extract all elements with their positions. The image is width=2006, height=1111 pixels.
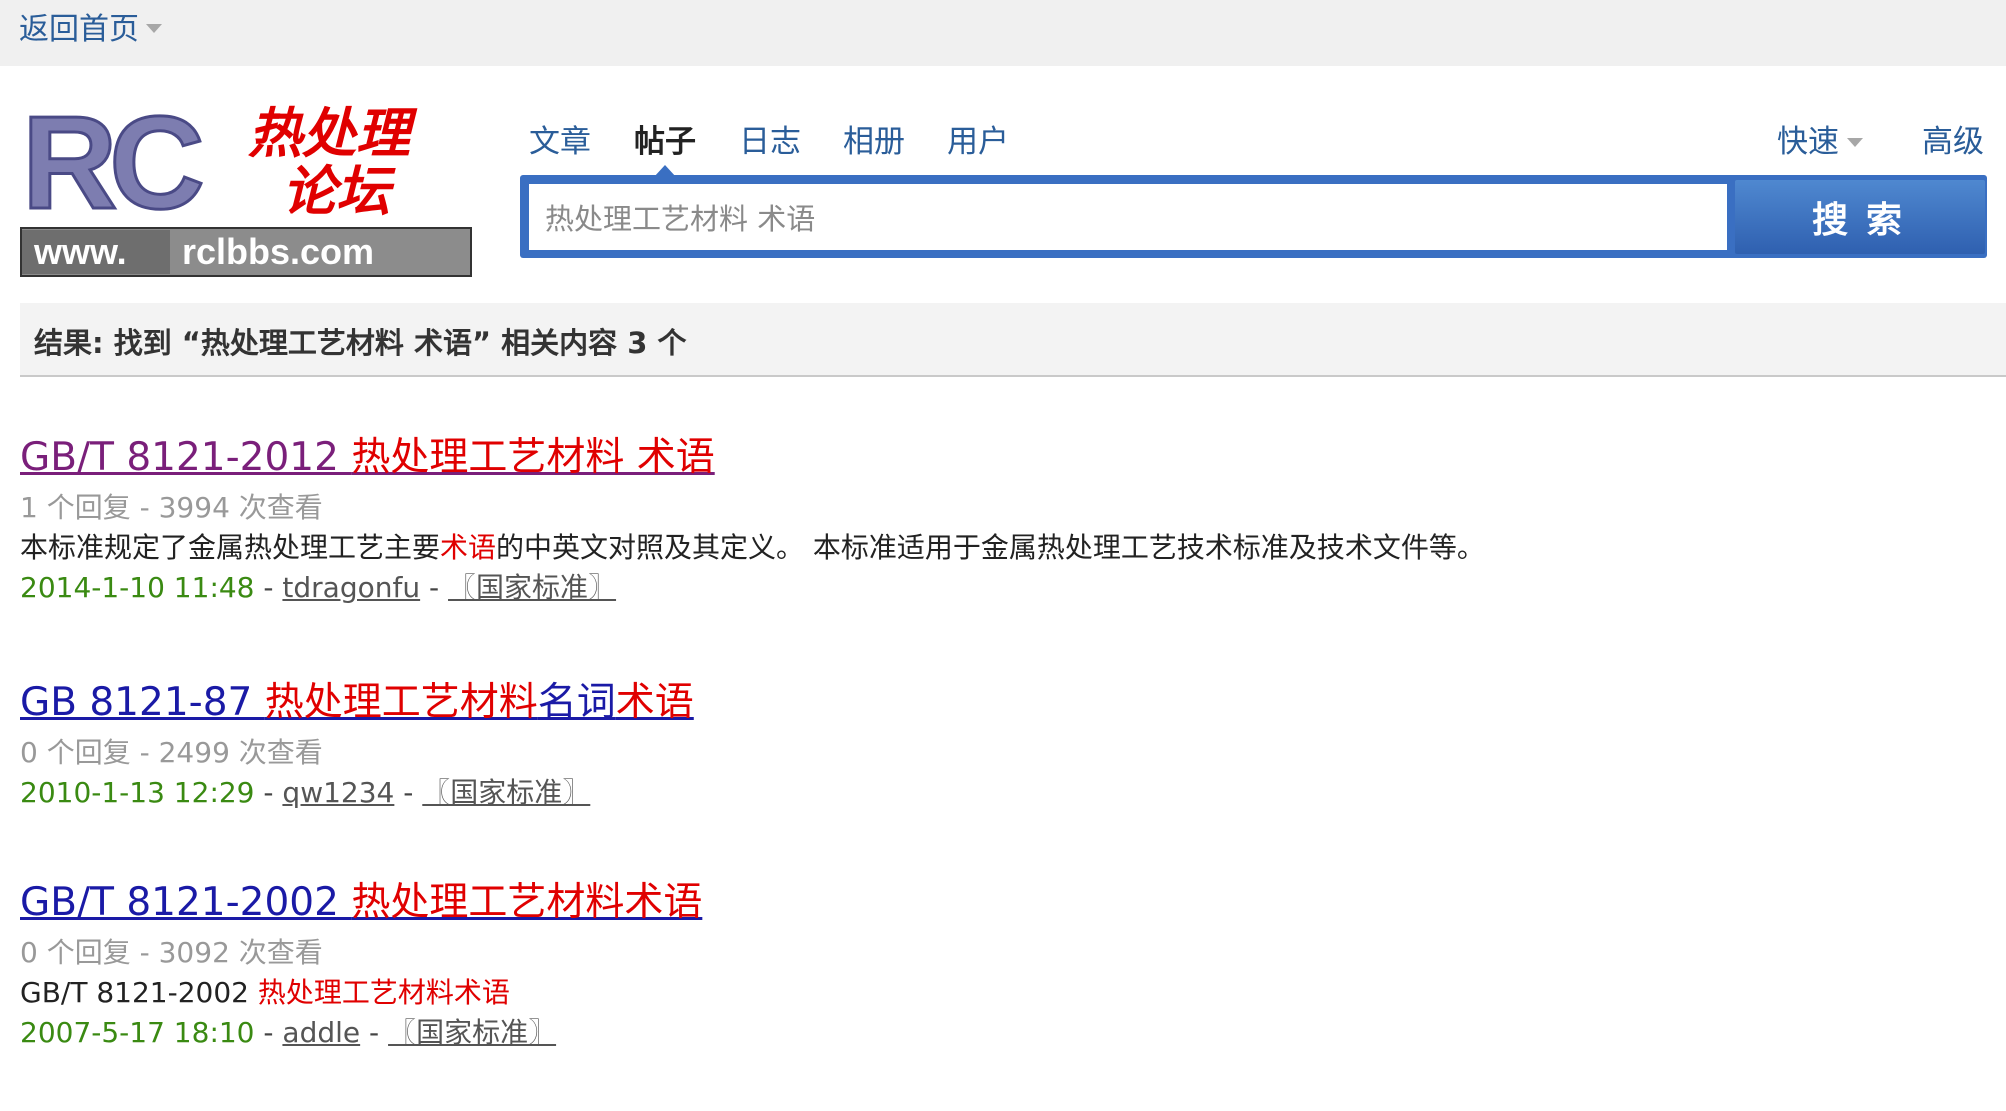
result-forum-link[interactable]: 〖国家标准〗 — [422, 776, 590, 809]
search-button[interactable]: 搜索 — [1735, 180, 1985, 254]
result-description: GB/T 8121-2002 热处理工艺材料术语 — [20, 973, 702, 1013]
desc-highlight: 术语 — [440, 531, 497, 564]
search-input[interactable] — [529, 184, 1727, 250]
result-author-link[interactable]: qw1234 — [282, 776, 394, 809]
desc-prefix: GB/T 8121-2002 — [20, 976, 258, 1009]
result-title-highlight: 热处理工艺材料术语 — [351, 880, 703, 925]
result-title-prefix: GB/T 8121-2002 — [20, 880, 352, 925]
result-description: 本标准规定了金属热处理工艺主要术语的中英文对照及其定义。 本标准适用于金属热处理… — [20, 528, 1485, 568]
tab-albums[interactable]: 相册 — [843, 120, 905, 164]
separator: - — [369, 1016, 380, 1049]
desc-highlight: 热处理工艺材料术语 — [257, 976, 510, 1009]
result-title-prefix: GB/T 8121-2012 — [20, 435, 352, 480]
chevron-down-icon[interactable] — [1847, 138, 1863, 147]
result-date: 2010-1-13 12:29 — [20, 776, 255, 809]
result-title-prefix: GB 8121-87 — [20, 680, 265, 725]
site-logo[interactable]: RC 热处理 论坛 www. rclbbs.com — [20, 100, 472, 277]
result-meta: 0 个回复 - 3092 次查看 — [20, 936, 323, 969]
quick-search-menu[interactable]: 快速 — [1777, 120, 1839, 164]
result-title-link[interactable]: GB/T 8121-2012 热处理工艺材料 术语 — [20, 432, 1485, 484]
logo-url-prefix: www. — [33, 231, 127, 272]
tab-users[interactable]: 用户 — [947, 120, 1009, 164]
result-info: 2014-1-10 11:48 - tdragonfu - 〖国家标准〗 — [20, 568, 1485, 608]
separator: - — [263, 571, 274, 604]
advanced-search-link[interactable]: 高级 — [1922, 120, 1984, 164]
chevron-down-icon[interactable] — [146, 24, 162, 33]
separator: - — [429, 571, 440, 604]
result-title-link[interactable]: GB/T 8121-2002 热处理工艺材料术语 — [20, 877, 702, 929]
result-info: 2007-5-17 18:10 - addle - 〖国家标准〗 — [20, 1013, 702, 1053]
result-title-link[interactable]: GB 8121-87 热处理工艺材料名词术语 — [20, 677, 694, 729]
result-forum-link[interactable]: 〖国家标准〗 — [388, 1016, 556, 1049]
separator: - — [263, 776, 274, 809]
search-result-3: GB/T 8121-2002 热处理工艺材料术语 0 个回复 - 3092 次查… — [20, 877, 702, 1053]
logo-url-main: rclbbs.com — [182, 231, 374, 272]
result-meta: 0 个回复 - 2499 次查看 — [20, 736, 323, 769]
result-author-link[interactable]: tdragonfu — [282, 571, 420, 604]
result-author-link[interactable]: addle — [282, 1016, 360, 1049]
desc-prefix: 本标准规定了金属热处理工艺主要 — [20, 531, 441, 564]
tab-blogs[interactable]: 日志 — [739, 120, 801, 164]
result-title-middle: 名词 — [537, 680, 616, 725]
home-link[interactable]: 返回首页 — [19, 10, 139, 50]
result-forum-link[interactable]: 〖国家标准〗 — [448, 571, 616, 604]
search-result-1: GB/T 8121-2012 热处理工艺材料 术语 1 个回复 - 3994 次… — [20, 432, 1485, 608]
result-date: 2007-5-17 18:10 — [20, 1016, 255, 1049]
top-bar: 返回首页 — [0, 0, 2006, 66]
result-title-highlight: 热处理工艺材料 — [264, 680, 538, 725]
logo-cn-line1: 热处理 — [248, 101, 418, 165]
result-meta: 1 个回复 - 3994 次查看 — [20, 491, 323, 524]
result-summary-bar: 结果: 找到 “热处理工艺材料 术语” 相关内容 3 个 — [20, 303, 2006, 377]
logo-cn-line2: 论坛 — [282, 159, 396, 223]
tab-articles[interactable]: 文章 — [529, 120, 591, 164]
result-title-highlight: 热处理工艺材料 术语 — [351, 435, 715, 480]
result-title-highlight-2: 术语 — [615, 680, 694, 725]
logo-letters: RC — [22, 100, 201, 236]
result-summary: 结果: 找到 “热处理工艺材料 术语” 相关内容 3 个 — [34, 326, 687, 360]
tab-posts[interactable]: 帖子 — [634, 120, 696, 164]
separator: - — [403, 776, 414, 809]
result-date: 2014-1-10 11:48 — [20, 571, 255, 604]
result-info: 2010-1-13 12:29 - qw1234 - 〖国家标准〗 — [20, 773, 694, 813]
separator: - — [263, 1016, 274, 1049]
desc-suffix: 的中英文对照及其定义。 本标准适用于金属热处理工艺技术标准及技术文件等。 — [496, 531, 1485, 564]
search-result-2: GB 8121-87 热处理工艺材料名词术语 0 个回复 - 2499 次查看 … — [20, 677, 694, 813]
